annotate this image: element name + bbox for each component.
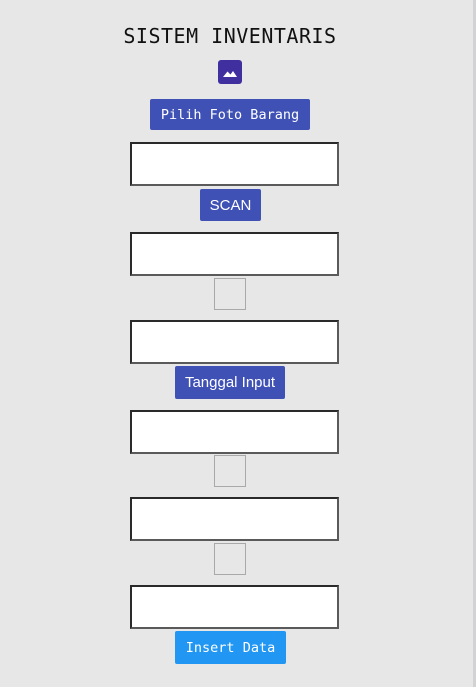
date-field[interactable] xyxy=(130,320,339,364)
image-icon[interactable] xyxy=(218,60,242,84)
empty-box-1 xyxy=(214,278,246,310)
item-code-field[interactable] xyxy=(130,142,339,186)
item-name-field[interactable] xyxy=(130,232,339,276)
empty-box-3 xyxy=(214,543,246,575)
input-date-button[interactable]: Tanggal Input xyxy=(175,366,285,399)
scan-button[interactable]: SCAN xyxy=(200,189,261,221)
text-field-5[interactable] xyxy=(130,497,339,541)
insert-data-button[interactable]: Insert Data xyxy=(175,631,286,664)
text-field-4[interactable] xyxy=(130,410,339,454)
pick-photo-button[interactable]: Pilih Foto Barang xyxy=(150,99,310,130)
page-title: SISTEM INVENTARIS xyxy=(123,24,337,48)
empty-box-2 xyxy=(214,455,246,487)
text-field-6[interactable] xyxy=(130,585,339,629)
